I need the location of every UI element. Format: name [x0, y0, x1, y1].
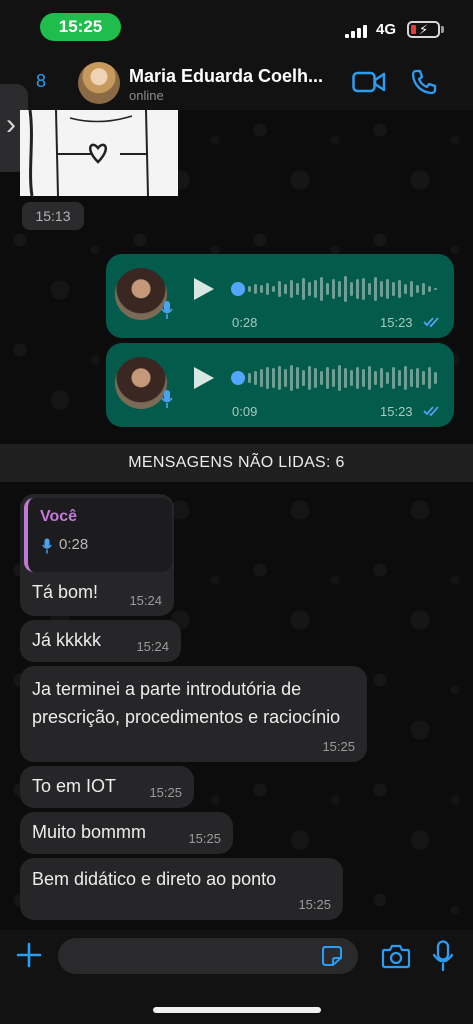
battery-icon: ⚡: [407, 21, 440, 38]
quoted-author: Você: [40, 508, 78, 525]
message-text: Muito bommm: [32, 822, 147, 842]
play-icon[interactable]: [194, 367, 214, 389]
network-type: 4G: [376, 21, 397, 38]
incoming-message[interactable]: Ja terminei a parte introdutória de pres…: [20, 666, 367, 762]
status-time: 15:25: [40, 13, 121, 41]
message-time: 15:23: [380, 315, 413, 330]
mic-icon: [161, 301, 173, 319]
message-time: 15:25: [188, 831, 221, 846]
chat-header: 8 Maria Eduarda Coelh... online: [0, 56, 473, 110]
plus-icon[interactable]: [16, 942, 42, 968]
microphone-icon[interactable]: [432, 940, 454, 972]
video-call-icon[interactable]: [352, 69, 386, 95]
audio-duration: 0:09: [232, 404, 258, 419]
sender-avatar: [115, 268, 167, 320]
message-time: 15:25: [298, 897, 331, 912]
read-receipt-icon: [423, 317, 439, 328]
incoming-message[interactable]: Você 0:28 Tá bom! 15:24: [20, 494, 174, 616]
camera-icon[interactable]: [381, 943, 411, 969]
audio-waveform[interactable]: [248, 361, 438, 395]
audio-progress-handle[interactable]: [231, 371, 245, 385]
quoted-duration: 0:28: [59, 536, 89, 553]
home-indicator: [153, 1007, 321, 1013]
message-text: To em IOT: [32, 776, 117, 796]
battery-cap: [441, 26, 444, 33]
quoted-message[interactable]: Você 0:28: [24, 498, 172, 572]
message-text: Ja terminei a parte introdutória de pres…: [32, 679, 341, 727]
message-time: 15:25: [149, 785, 182, 800]
mic-icon: [161, 390, 173, 408]
status-bar: 15:25 4G ⚡: [0, 0, 473, 56]
audio-progress-handle[interactable]: [231, 282, 245, 296]
message-composer: [0, 930, 473, 1024]
message-text: Tá bom!: [32, 582, 99, 602]
incoming-message[interactable]: Já kkkkk 15:24: [20, 620, 181, 662]
play-icon[interactable]: [194, 278, 214, 300]
audio-message[interactable]: 0:09 15:23: [106, 343, 454, 427]
incoming-message[interactable]: Bem didático e direto ao ponto 15:25: [20, 858, 343, 920]
sticker-icon[interactable]: [320, 944, 344, 968]
read-receipt-icon: [423, 406, 439, 417]
message-time: 15:24: [136, 639, 169, 654]
audio-message[interactable]: 0:28 15:23: [106, 254, 454, 338]
chevron-right-icon: ›: [6, 108, 16, 141]
incoming-message[interactable]: Muito bommm 15:25: [20, 812, 233, 854]
message-text: Bem didático e direto ao ponto: [32, 869, 277, 889]
incoming-message[interactable]: To em IOT 15:25: [20, 766, 194, 808]
unread-messages-banner: MENSAGENS NÃO LIDAS: 6: [0, 444, 473, 482]
image-message[interactable]: [20, 110, 178, 196]
message-time: 15:23: [380, 404, 413, 419]
sender-avatar: [115, 357, 167, 409]
mic-icon: [42, 538, 52, 554]
message-time: 15:24: [129, 593, 162, 608]
contact-avatar[interactable]: [78, 62, 120, 104]
drawing-image: [28, 110, 149, 196]
back-button[interactable]: 8: [36, 71, 46, 92]
audio-duration: 0:28: [232, 315, 258, 330]
message-input[interactable]: [58, 938, 358, 974]
message-text: Já kkkkk: [32, 630, 102, 650]
contact-status: online: [129, 88, 164, 103]
voice-call-icon[interactable]: [410, 68, 438, 96]
image-message-time: 15:13: [22, 202, 84, 230]
audio-waveform[interactable]: [248, 272, 438, 306]
contact-name[interactable]: Maria Eduarda Coelh...: [129, 66, 339, 87]
message-time: 15:25: [322, 739, 355, 754]
signal-icon: [345, 24, 369, 38]
